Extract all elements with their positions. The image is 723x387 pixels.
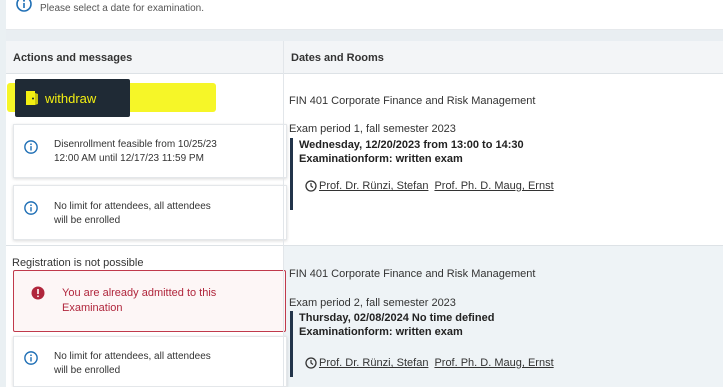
exam-date: Wednesday, 12/20/2023 from 13:00 to 14:3… xyxy=(299,139,524,151)
exam-form: Examinationform: written exam xyxy=(299,326,463,338)
exam-form: Examinationform: written exam xyxy=(299,153,463,165)
exam-details: Wednesday, 12/20/2023 from 13:00 to 14:3… xyxy=(290,138,524,210)
exam-registration-panel: Please select a date for examination. Ac… xyxy=(6,0,723,387)
examiner-link[interactable]: Prof. Ph. D. Maug, Ernst xyxy=(434,180,553,192)
registration-status: Registration is not possible xyxy=(12,257,144,269)
info-icon xyxy=(24,201,38,220)
examiners: Prof. Dr. Rünzi, Stefan Prof. Ph. D. Mau… xyxy=(305,180,560,192)
course-title: FIN 401 Corporate Finance and Risk Manag… xyxy=(289,95,536,107)
message-line: No limit for attendees, all attendees xyxy=(54,201,211,212)
clock-icon xyxy=(305,180,317,192)
message-line: No limit for attendees, all attendees xyxy=(54,351,211,362)
withdraw-label: withdraw xyxy=(45,90,97,106)
examiner-link[interactable]: Prof. Ph. D. Maug, Ernst xyxy=(434,357,553,369)
examiners: Prof. Dr. Rünzi, Stefan Prof. Ph. D. Mau… xyxy=(305,357,560,369)
attendee-limit-message: No limit for attendees, all attendees wi… xyxy=(13,185,287,240)
message-line: 12:00 AM until 12/17/23 11:59 PM xyxy=(54,153,204,164)
examiner-link[interactable]: Prof. Dr. Rünzi, Stefan xyxy=(319,357,428,369)
notice-text: Please select a date for examination. xyxy=(40,3,204,14)
info-notice: Please select a date for examination. xyxy=(6,0,723,30)
table-header: Actions and messages Dates and Rooms xyxy=(6,41,723,74)
message-line: will be enrolled xyxy=(54,215,121,226)
error-line: Examination xyxy=(62,302,123,314)
error-message: You are already admitted to this Examina… xyxy=(13,270,286,332)
attendee-limit-message: No limit for attendees, all attendees wi… xyxy=(13,336,287,387)
error-line: You are already admitted to this xyxy=(62,287,217,299)
header-dates: Dates and Rooms xyxy=(291,52,384,64)
examiner-link[interactable]: Prof. Dr. Rünzi, Stefan xyxy=(319,180,428,192)
exam-period: Exam period 1, fall semester 2023 xyxy=(289,123,456,135)
exam-period: Exam period 2, fall semester 2023 xyxy=(289,297,456,309)
clock-icon xyxy=(305,357,317,369)
info-icon xyxy=(16,0,32,15)
error-icon xyxy=(31,286,45,303)
info-icon xyxy=(24,140,38,159)
message-line: will be enrolled xyxy=(54,365,121,376)
disenrollment-message: Disenrollment feasible from 10/25/23 12:… xyxy=(13,124,287,178)
divider xyxy=(6,30,723,41)
message-line: Disenrollment feasible from 10/25/23 xyxy=(54,139,217,150)
exam-date: Thursday, 02/08/2024 No time defined xyxy=(299,312,495,324)
info-icon xyxy=(24,351,38,370)
column-divider xyxy=(283,41,284,387)
withdraw-button[interactable]: withdraw xyxy=(15,79,130,117)
course-title: FIN 401 Corporate Finance and Risk Manag… xyxy=(289,268,536,280)
door-exit-icon xyxy=(25,90,39,106)
header-actions: Actions and messages xyxy=(13,52,133,64)
